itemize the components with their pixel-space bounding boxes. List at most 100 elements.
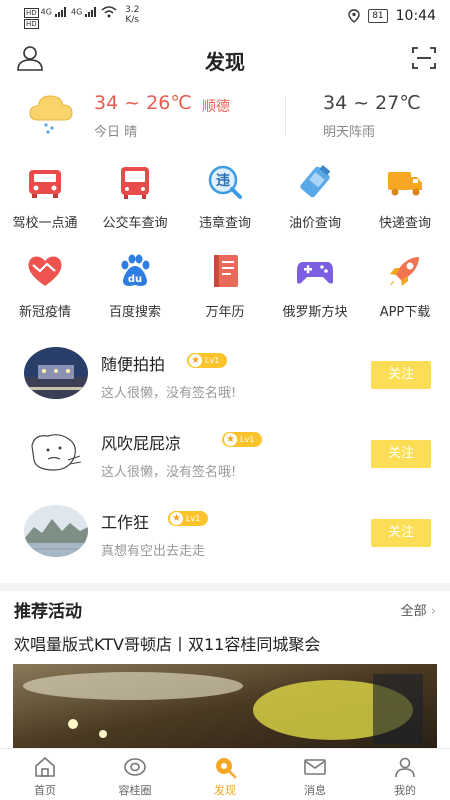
tab-discover[interactable]: 发现 — [180, 755, 270, 798]
tab-home[interactable]: 首页 — [0, 755, 90, 798]
user-signature: 真想有空出去走走 — [101, 544, 206, 559]
section-title: 推荐活动 — [14, 602, 82, 622]
service-label: 百度搜索 — [108, 305, 161, 320]
fuel-icon — [300, 165, 330, 198]
service-label: 公交车查询 — [102, 216, 168, 231]
service-driving-school[interactable]: 驾校一点通 — [0, 162, 90, 231]
service-label: 万年历 — [205, 305, 245, 320]
hd-badge-2: HD — [24, 19, 39, 29]
net-speed-value: 3.2 — [125, 5, 140, 15]
service-label: 驾校一点通 — [12, 216, 78, 231]
scan-icon[interactable] — [412, 46, 436, 70]
service-covid[interactable]: 新冠疫情 — [0, 251, 90, 320]
rocket-icon — [389, 257, 419, 287]
service-bus[interactable]: 公交车查询 — [90, 162, 180, 231]
service-label: 俄罗斯方块 — [282, 305, 348, 320]
level-text: Lv1 — [205, 356, 220, 365]
service-tetris[interactable]: 俄罗斯方块 — [270, 251, 360, 320]
bus-icon — [121, 167, 149, 199]
tomorrow-temperature: 34 ~ 27℃ — [323, 92, 421, 114]
star-icon: ★ — [189, 354, 202, 367]
service-violation[interactable]: 违 违章查询 — [180, 162, 270, 231]
signal-type: 4G — [40, 7, 52, 17]
avatar-landscape-image — [24, 505, 88, 557]
follow-button[interactable]: 关注 — [371, 519, 431, 547]
bottom-tab-bar: 首页 容桂圈 发现 消息 我的 — [0, 748, 450, 800]
status-bar: HD 4G 4G HD 3.2 K/s 81 10:44 — [0, 0, 450, 34]
user-name: 随便拍拍 — [101, 355, 166, 374]
level-text: Lv1 — [186, 514, 201, 523]
service-label: 油价查询 — [288, 216, 341, 231]
circle-icon — [124, 758, 146, 776]
list-item[interactable]: 风吹屁屁凉 ★ Lv1 这人很懒，没有签名哦! 关注 — [0, 426, 450, 496]
event-title[interactable]: 欢唱量版式KTV哥顿店丨双11容桂同城聚会 — [14, 631, 320, 655]
avatar[interactable] — [24, 505, 88, 557]
follow-button[interactable]: 关注 — [371, 440, 431, 468]
profile-icon — [395, 757, 415, 778]
weather-widget[interactable]: 34 ~ 26℃ 顺德 今日 晴 34 ~ 27℃ 明天阵雨 — [0, 88, 450, 144]
tab-ronggui-circle[interactable]: 容桂圈 — [90, 755, 180, 798]
user-signature: 这人很懒，没有签名哦! — [101, 465, 237, 480]
tab-label: 消息 — [304, 784, 326, 797]
follow-button[interactable]: 关注 — [371, 361, 431, 389]
clock: 10:44 — [395, 8, 436, 24]
event-banner-image — [13, 664, 437, 748]
avatar[interactable] — [24, 426, 88, 478]
net-speed-unit: K/s — [125, 15, 139, 25]
wifi-icon — [101, 6, 117, 18]
service-calendar[interactable]: 万年历 — [180, 251, 270, 320]
tomorrow-description: 明天阵雨 — [323, 125, 376, 140]
calendar-book-icon — [214, 255, 238, 287]
level-badge: ★ Lv1 — [222, 432, 263, 447]
discover-icon — [216, 758, 237, 779]
car-icon — [29, 170, 61, 198]
user-signature: 这人很懒，没有签名哦! — [101, 386, 237, 401]
delivery-truck-icon — [388, 172, 422, 196]
violation-search-icon: 违 — [208, 165, 242, 199]
star-icon: ★ — [224, 433, 237, 446]
tab-label: 发现 — [214, 784, 236, 797]
service-label: 新冠疫情 — [18, 305, 71, 320]
service-fuel[interactable]: 油价查询 — [270, 162, 360, 231]
baidu-icon: du — [121, 254, 150, 286]
page-title: 发现 — [205, 50, 245, 74]
svg-text:违: 违 — [216, 172, 230, 189]
avatar-night-scene-image — [24, 347, 88, 399]
avatar[interactable] — [24, 347, 88, 399]
chevron-right-icon: › — [426, 604, 436, 619]
battery-indicator: 81 — [368, 9, 388, 23]
section-divider — [0, 583, 450, 591]
location-icon — [348, 9, 360, 23]
header: 发现 — [0, 40, 450, 76]
event-image[interactable] — [13, 664, 437, 748]
user-name: 工作狂 — [101, 513, 150, 532]
view-all-link[interactable]: 全部 › — [401, 600, 436, 619]
signal-icon-2 — [84, 7, 96, 17]
city-name: 顺德 — [202, 99, 230, 115]
list-item[interactable]: 随便拍拍 ★ Lv1 这人很懒，没有签名哦! 关注 — [0, 347, 450, 417]
hd-badge: HD — [24, 7, 39, 18]
service-delivery[interactable]: 快递查询 — [360, 162, 450, 231]
level-badge: ★ Lv1 — [187, 353, 228, 368]
mail-icon — [304, 759, 326, 775]
avatar-sketch-image — [24, 426, 88, 478]
tab-label: 首页 — [34, 784, 56, 797]
weather-divider — [285, 96, 286, 136]
service-label: 快递查询 — [378, 216, 431, 231]
tab-messages[interactable]: 消息 — [270, 755, 360, 798]
home-icon — [35, 756, 55, 777]
star-icon: ★ — [170, 512, 183, 525]
tab-label: 我的 — [394, 784, 416, 797]
level-badge: ★ Lv1 — [168, 511, 209, 526]
net-speed: 3.2 K/s — [125, 5, 139, 25]
signal-icon — [54, 7, 66, 17]
service-app-download[interactable]: APP下载 — [360, 251, 450, 320]
list-item[interactable]: 工作狂 ★ Lv1 真想有空出去走走 关注 — [0, 505, 450, 575]
service-baidu[interactable]: du 百度搜索 — [90, 251, 180, 320]
status-right: 81 10:44 — [348, 8, 436, 24]
tab-profile[interactable]: 我的 — [360, 755, 450, 798]
heart-icon — [28, 256, 62, 286]
level-text: Lv1 — [240, 435, 255, 444]
today-temperature: 34 ~ 26℃ — [94, 92, 192, 114]
signal-indicators: HD 4G 4G HD — [24, 6, 117, 29]
